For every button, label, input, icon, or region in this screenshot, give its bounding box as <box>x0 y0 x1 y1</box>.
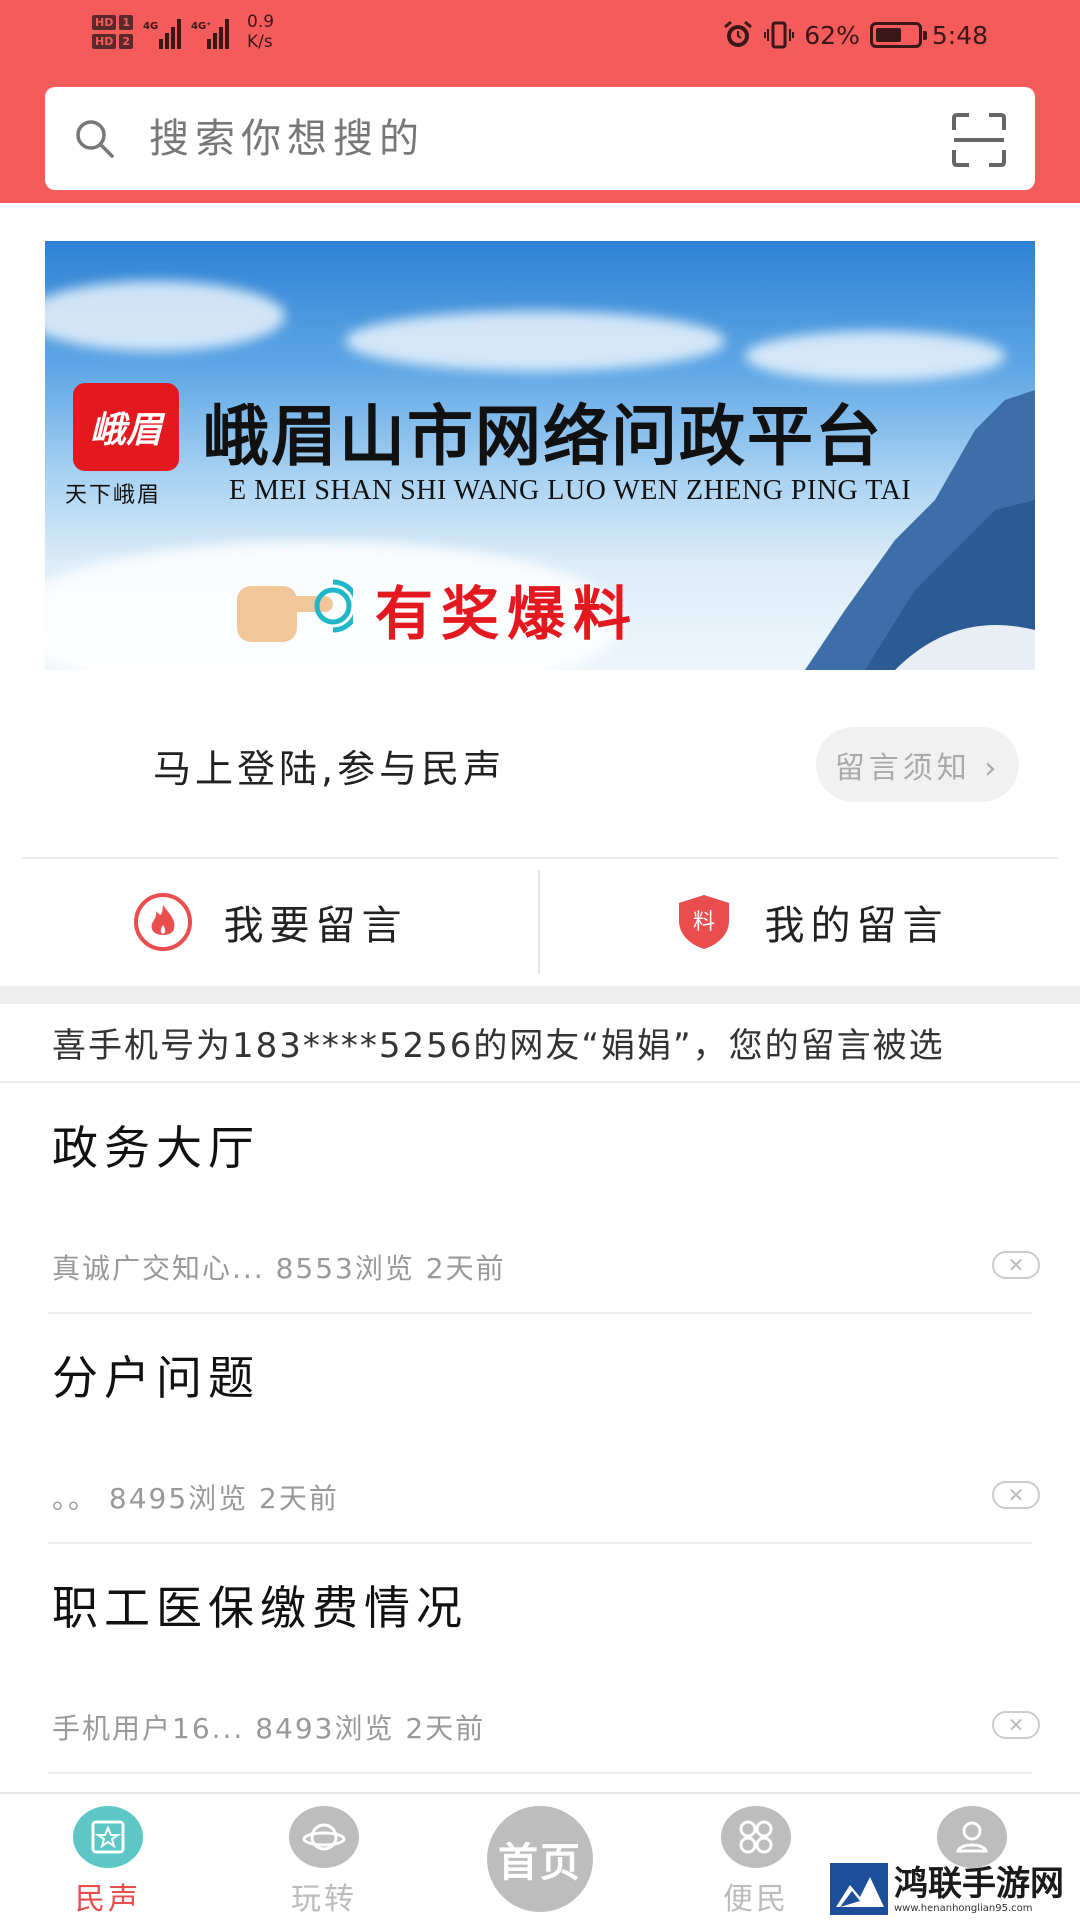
feed-item-meta: 真诚广交知心... 8553浏览 2天前 <box>52 1252 506 1285</box>
search-bar[interactable] <box>45 87 1035 190</box>
banner-cloud <box>45 281 285 351</box>
search-icon[interactable] <box>73 117 115 159</box>
action-separator <box>538 870 540 974</box>
shield-icon: 料 <box>678 895 729 949</box>
svg-text:料: 料 <box>692 910 714 935</box>
feed-item[interactable]: 职工医保缴费情况 手机用户16... 8493浏览 2天前 ✕ <box>0 1544 1080 1774</box>
hd-indicator-1: HD 1 <box>92 15 133 30</box>
hd-indicator-2: HD 2 <box>92 34 133 49</box>
banner-title: 峨眉山市网络问政平台 <box>203 398 883 475</box>
signal-icon-sim2: 4G⁺ <box>191 15 229 49</box>
divider <box>22 857 1058 859</box>
feed-item[interactable]: 分户问题 。。 8495浏览 2天前 ✕ <box>0 1314 1080 1544</box>
banner-subtitle: E MEI SHAN SHI WANG LUO WEN ZHENG PING T… <box>229 475 912 506</box>
status-right: 62% 5:48 <box>722 20 988 50</box>
promo-banner[interactable]: 峨眉 天下峨眉 峨眉山市网络问政平台 E MEI SHAN SHI WANG L… <box>45 241 1035 670</box>
watermark-name: 鸿联手游网 <box>894 1863 1064 1904</box>
my-messages-button[interactable]: 料 我的留言 <box>541 860 1080 984</box>
feed-item-title[interactable]: 政务大厅 <box>52 1112 260 1178</box>
scan-icon[interactable] <box>951 112 1007 168</box>
message-notice-button[interactable]: 留言须知 › <box>816 727 1019 802</box>
feed-item-meta: 。。 8495浏览 2天前 <box>52 1482 339 1515</box>
brand-logo-caption: 天下峨眉 <box>65 483 162 508</box>
grid-icon <box>721 1806 791 1868</box>
feed-item-meta: 手机用户16... 8493浏览 2天前 <box>52 1712 486 1745</box>
banner-cta: 有奖爆料 <box>375 580 640 648</box>
status-bar: HD 1 HD 2 4G 4G⁺ 0.9 K/s 62% 5:48 <box>0 0 1080 80</box>
search-input[interactable] <box>149 111 849 167</box>
watermark-logo-icon <box>830 1863 888 1915</box>
divider <box>48 1772 1032 1774</box>
feed-item[interactable]: 政务大厅 真诚广交知心... 8553浏览 2天前 ✕ <box>0 1084 1080 1314</box>
nav-tab-wanzhuan[interactable]: 玩转 <box>244 1794 404 1920</box>
flame-icon <box>133 893 192 951</box>
my-messages-label: 我的留言 <box>764 903 949 949</box>
signal-icon-sim1: 4G <box>143 15 181 49</box>
pointing-hand-icon <box>237 579 353 642</box>
battery-icon <box>869 22 927 48</box>
battery-percent: 62% <box>804 20 860 50</box>
feed-item-title[interactable]: 职工医保缴费情况 <box>52 1572 468 1638</box>
network-speed: 0.9 K/s <box>247 12 275 52</box>
status-left: HD 1 HD 2 4G 4G⁺ 0.9 K/s <box>92 12 274 52</box>
clock: 5:48 <box>931 20 988 50</box>
post-message-label: 我要留言 <box>223 903 408 949</box>
nav-label: 便民 <box>723 1882 789 1917</box>
planet-icon <box>289 1806 359 1868</box>
nav-tab-minsheng[interactable]: 民声 <box>28 1794 188 1920</box>
app-header: HD 1 HD 2 4G 4G⁺ 0.9 K/s 62% 5:48 <box>0 0 1080 203</box>
feed-item-title[interactable]: 分户问题 <box>52 1342 260 1408</box>
nav-label: 民声 <box>75 1882 141 1917</box>
alarm-icon <box>724 20 753 47</box>
nav-label: 玩转 <box>291 1882 357 1917</box>
home-button[interactable]: 首页 <box>487 1806 593 1912</box>
hd-indicators: HD 1 HD 2 <box>92 15 133 49</box>
watermark-url: www.henanhonglian95.com <box>894 1902 1033 1914</box>
announcement-ticker[interactable]: 喜手机号为183****5256的网友“娟娟”，您的留言被选 <box>52 1018 1037 1068</box>
dismiss-icon[interactable]: ✕ <box>992 1481 1040 1509</box>
nav-tab-bianmin[interactable]: 便民 <box>676 1794 836 1920</box>
dismiss-icon[interactable]: ✕ <box>992 1711 1040 1739</box>
banner-cloud <box>345 311 725 371</box>
brand-logo: 峨眉 <box>73 383 179 471</box>
dismiss-icon[interactable]: ✕ <box>992 1251 1040 1279</box>
watermark: 鸿联手游网 www.henanhonglian95.com <box>830 1858 1080 1920</box>
vibrate-icon <box>764 21 795 49</box>
divider <box>0 1081 1080 1083</box>
post-message-button[interactable]: 我要留言 <box>0 860 539 984</box>
voice-tab-icon <box>73 1806 143 1868</box>
login-prompt[interactable]: 马上登陆,参与民声 <box>153 738 505 793</box>
section-gap <box>0 986 1080 1004</box>
